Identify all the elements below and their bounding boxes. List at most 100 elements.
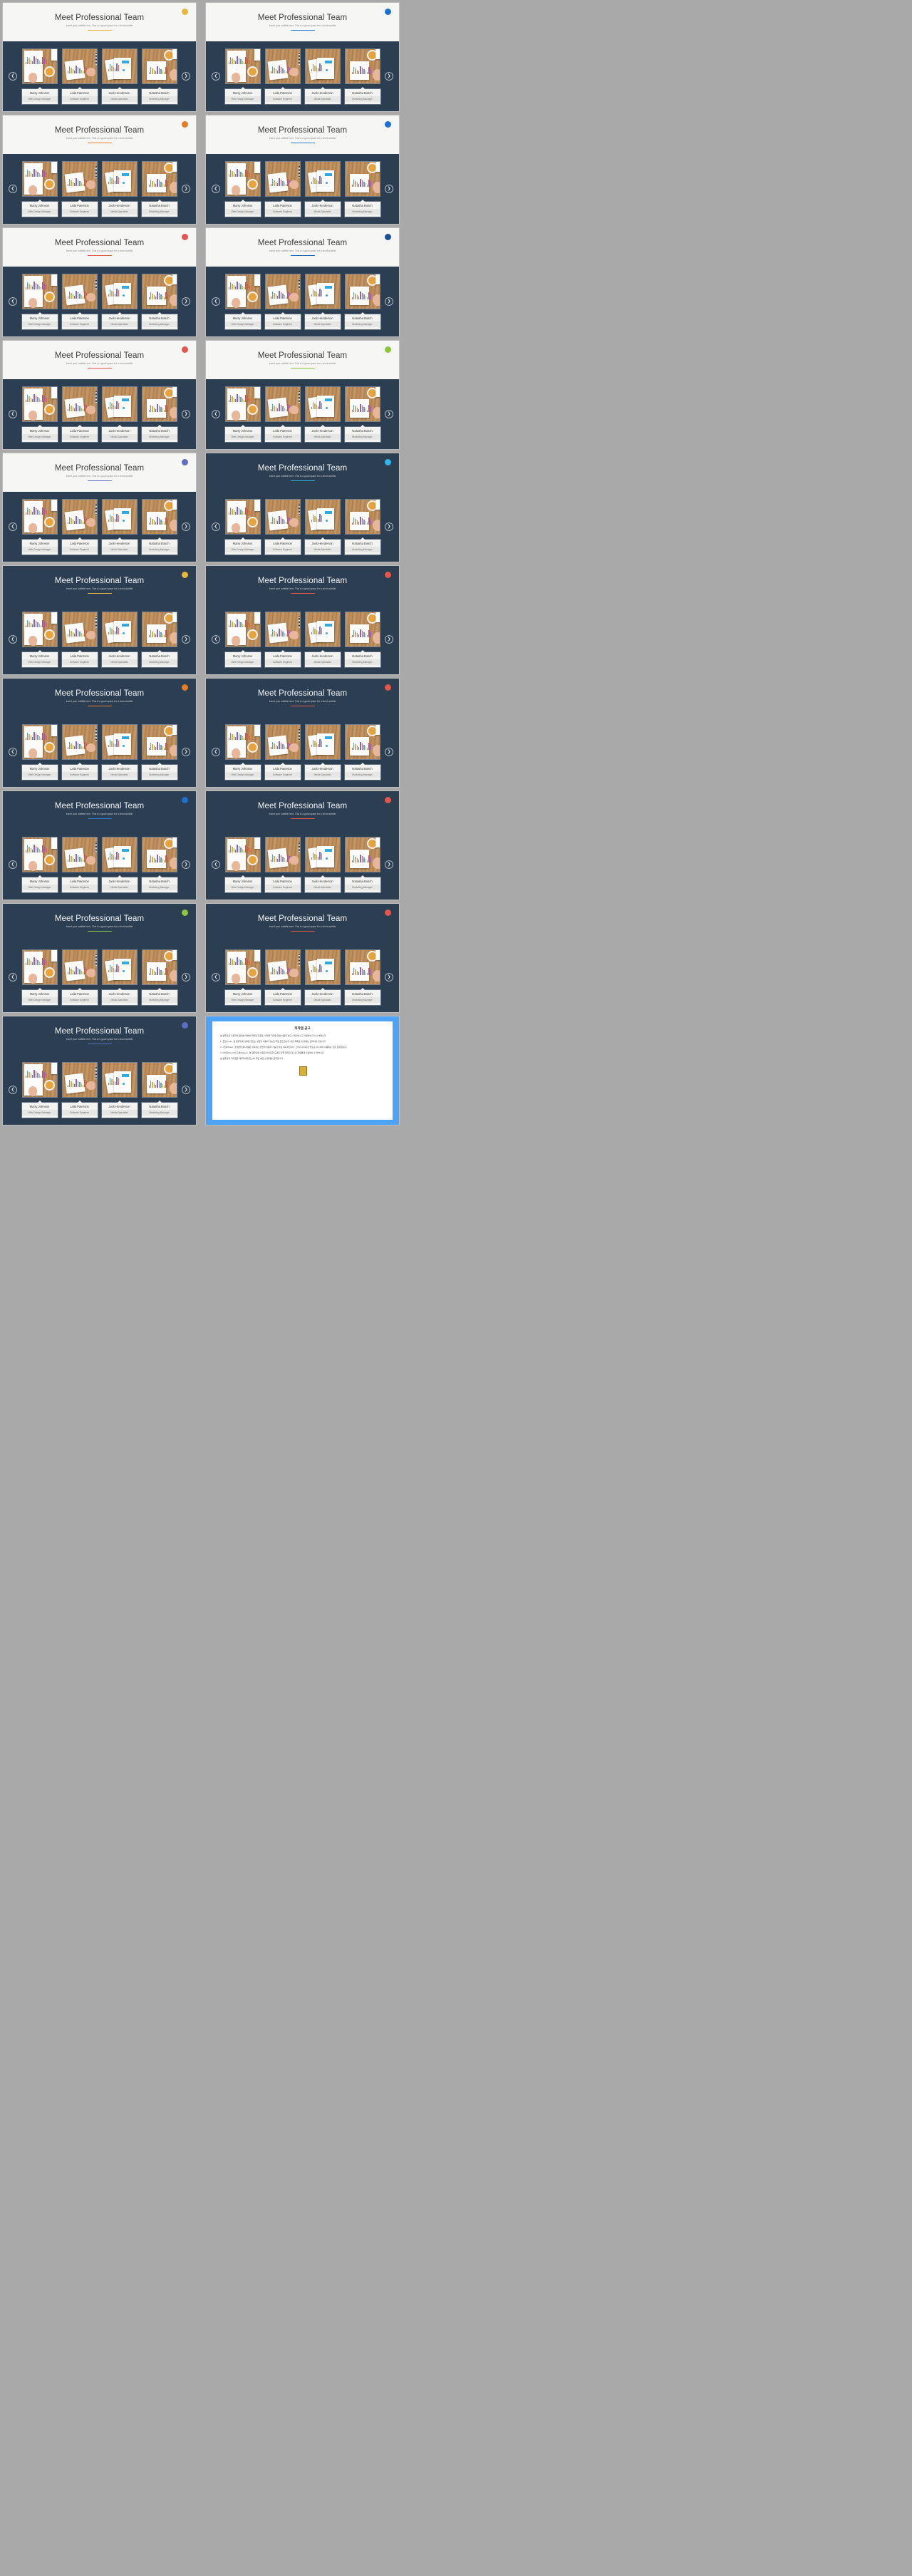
team-member-card[interactable]: Marry Johnson Web Design Manager	[224, 161, 261, 217]
team-member-card[interactable]: Natasha Bosch Marketing Manager	[344, 837, 380, 892]
team-member-card[interactable]: Natasha Bosch Marketing Manager	[141, 1062, 177, 1118]
team-member-card[interactable]: Natasha Bosch Marketing Manager	[141, 837, 177, 892]
team-member-card[interactable]: Jack Henderson Media Specialist	[304, 274, 341, 329]
carousel-next-icon[interactable]: ❯	[385, 748, 393, 756]
carousel-prev-icon[interactable]: ❮	[212, 185, 220, 193]
team-member-card[interactable]: Laila Paterson Software Engineer	[61, 499, 98, 555]
slide-thumbnail-19[interactable]: Meet Professional Team Insert your subtit…	[3, 1016, 196, 1125]
carousel-prev-icon[interactable]: ❮	[9, 185, 17, 193]
team-member-card[interactable]: Jack Henderson Media Specialist	[101, 274, 138, 329]
team-member-card[interactable]: Jack Henderson Media Specialist	[304, 386, 341, 442]
team-member-card[interactable]: Natasha Bosch Marketing Manager	[141, 161, 177, 217]
team-member-card[interactable]: Marry Johnson Web Design Manager	[21, 274, 58, 329]
carousel-prev-icon[interactable]: ❮	[9, 860, 17, 869]
team-member-card[interactable]: Marry Johnson Web Design Manager	[21, 724, 58, 780]
team-member-card[interactable]: Natasha Bosch Marketing Manager	[344, 48, 380, 104]
team-member-card[interactable]: Natasha Bosch Marketing Manager	[344, 949, 380, 1005]
carousel-next-icon[interactable]: ❯	[182, 185, 190, 193]
slide-thumbnail-6[interactable]: Meet Professional Team Insert your subtit…	[206, 228, 399, 336]
carousel-prev-icon[interactable]: ❮	[212, 297, 220, 306]
team-member-card[interactable]: Marry Johnson Web Design Manager	[224, 499, 261, 555]
carousel-prev-icon[interactable]: ❮	[9, 1086, 17, 1094]
team-member-card[interactable]: Laila Paterson Software Engineer	[61, 612, 98, 667]
slide-thumbnail-14[interactable]: Meet Professional Team Insert your subtit…	[206, 679, 399, 787]
carousel-prev-icon[interactable]: ❮	[9, 973, 17, 982]
carousel-next-icon[interactable]: ❯	[182, 748, 190, 756]
slide-thumbnail-16[interactable]: Meet Professional Team Insert your subtit…	[206, 791, 399, 900]
slide-thumbnail-13[interactable]: Meet Professional Team Insert your subtit…	[3, 679, 196, 787]
team-member-card[interactable]: Laila Paterson Software Engineer	[61, 949, 98, 1005]
team-member-card[interactable]: Natasha Bosch Marketing Manager	[141, 274, 177, 329]
team-member-card[interactable]: Jack Henderson Media Specialist	[101, 724, 138, 780]
team-member-card[interactable]: Natasha Bosch Marketing Manager	[141, 724, 177, 780]
carousel-prev-icon[interactable]: ❮	[212, 973, 220, 982]
team-member-card[interactable]: Laila Paterson Software Engineer	[61, 837, 98, 892]
team-member-card[interactable]: Marry Johnson Web Design Manager	[21, 612, 58, 667]
carousel-prev-icon[interactable]: ❮	[9, 72, 17, 81]
team-member-card[interactable]: Marry Johnson Web Design Manager	[224, 612, 261, 667]
team-member-card[interactable]: Jack Henderson Media Specialist	[304, 612, 341, 667]
team-member-card[interactable]: Jack Henderson Media Specialist	[304, 837, 341, 892]
team-member-card[interactable]: Jack Henderson Media Specialist	[304, 949, 341, 1005]
team-member-card[interactable]: Natasha Bosch Marketing Manager	[344, 724, 380, 780]
carousel-next-icon[interactable]: ❯	[385, 860, 393, 869]
team-member-card[interactable]: Marry Johnson Web Design Manager	[224, 386, 261, 442]
team-member-card[interactable]: Natasha Bosch Marketing Manager	[141, 499, 177, 555]
team-member-card[interactable]: Marry Johnson Web Design Manager	[21, 386, 58, 442]
carousel-next-icon[interactable]: ❯	[385, 410, 393, 418]
carousel-next-icon[interactable]: ❯	[385, 72, 393, 81]
carousel-prev-icon[interactable]: ❮	[9, 410, 17, 418]
team-member-card[interactable]: Natasha Bosch Marketing Manager	[344, 274, 380, 329]
carousel-next-icon[interactable]: ❯	[385, 973, 393, 982]
carousel-next-icon[interactable]: ❯	[385, 297, 393, 306]
slide-thumbnail-11[interactable]: Meet Professional Team Insert your subtit…	[3, 566, 196, 674]
team-member-card[interactable]: Laila Paterson Software Engineer	[264, 161, 301, 217]
carousel-next-icon[interactable]: ❯	[182, 973, 190, 982]
team-member-card[interactable]: Jack Henderson Media Specialist	[304, 499, 341, 555]
carousel-prev-icon[interactable]: ❮	[9, 635, 17, 644]
team-member-card[interactable]: Jack Henderson Media Specialist	[101, 837, 138, 892]
team-member-card[interactable]: Marry Johnson Web Design Manager	[224, 274, 261, 329]
slide-thumbnail-2[interactable]: Meet Professional Team Insert your subtit…	[206, 3, 399, 111]
carousel-next-icon[interactable]: ❯	[182, 410, 190, 418]
carousel-next-icon[interactable]: ❯	[385, 522, 393, 531]
carousel-next-icon[interactable]: ❯	[182, 635, 190, 644]
carousel-next-icon[interactable]: ❯	[385, 185, 393, 193]
team-member-card[interactable]: Laila Paterson Software Engineer	[264, 48, 301, 104]
team-member-card[interactable]: Laila Paterson Software Engineer	[61, 724, 98, 780]
team-member-card[interactable]: Marry Johnson Web Design Manager	[21, 48, 58, 104]
team-member-card[interactable]: Laila Paterson Software Engineer	[61, 48, 98, 104]
slide-thumbnail-10[interactable]: Meet Professional Team Insert your subtit…	[206, 453, 399, 562]
team-member-card[interactable]: Laila Paterson Software Engineer	[264, 499, 301, 555]
team-member-card[interactable]: Laila Paterson Software Engineer	[264, 724, 301, 780]
slide-thumbnail-17[interactable]: Meet Professional Team Insert your subtit…	[3, 904, 196, 1012]
team-member-card[interactable]: Jack Henderson Media Specialist	[304, 48, 341, 104]
team-member-card[interactable]: Laila Paterson Software Engineer	[264, 274, 301, 329]
carousel-next-icon[interactable]: ❯	[385, 635, 393, 644]
team-member-card[interactable]: Jack Henderson Media Specialist	[304, 161, 341, 217]
carousel-prev-icon[interactable]: ❮	[212, 748, 220, 756]
carousel-prev-icon[interactable]: ❮	[9, 748, 17, 756]
team-member-card[interactable]: Natasha Bosch Marketing Manager	[344, 499, 380, 555]
team-member-card[interactable]: Laila Paterson Software Engineer	[61, 386, 98, 442]
team-member-card[interactable]: Natasha Bosch Marketing Manager	[344, 612, 380, 667]
team-member-card[interactable]: Jack Henderson Media Specialist	[101, 48, 138, 104]
team-member-card[interactable]: Marry Johnson Web Design Manager	[21, 1062, 58, 1118]
team-member-card[interactable]: Natasha Bosch Marketing Manager	[141, 949, 177, 1005]
slide-thumbnail-1[interactable]: Meet Professional Team Insert your subtit…	[3, 3, 196, 111]
carousel-next-icon[interactable]: ❯	[182, 297, 190, 306]
carousel-prev-icon[interactable]: ❮	[9, 297, 17, 306]
carousel-prev-icon[interactable]: ❮	[212, 635, 220, 644]
team-member-card[interactable]: Natasha Bosch Marketing Manager	[141, 386, 177, 442]
team-member-card[interactable]: Laila Paterson Software Engineer	[61, 161, 98, 217]
team-member-card[interactable]: Natasha Bosch Marketing Manager	[344, 161, 380, 217]
team-member-card[interactable]: Jack Henderson Media Specialist	[101, 499, 138, 555]
slide-thumbnail-12[interactable]: Meet Professional Team Insert your subtit…	[206, 566, 399, 674]
team-member-card[interactable]: Marry Johnson Web Design Manager	[224, 949, 261, 1005]
slide-thumbnail-9[interactable]: Meet Professional Team Insert your subtit…	[3, 453, 196, 562]
carousel-prev-icon[interactable]: ❮	[212, 522, 220, 531]
carousel-next-icon[interactable]: ❯	[182, 860, 190, 869]
team-member-card[interactable]: Jack Henderson Media Specialist	[101, 1062, 138, 1118]
team-member-card[interactable]: Laila Paterson Software Engineer	[61, 1062, 98, 1118]
team-member-card[interactable]: Marry Johnson Web Design Manager	[21, 949, 58, 1005]
